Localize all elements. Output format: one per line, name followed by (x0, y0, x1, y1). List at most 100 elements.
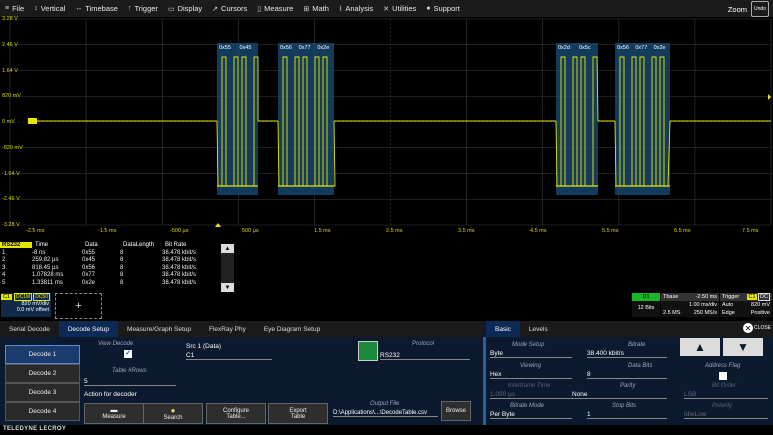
decode-table-title: RS232 (0, 242, 32, 248)
view-decode-checkbox[interactable]: ✓ (124, 350, 132, 358)
menu-file[interactable]: ≡ File (0, 0, 29, 17)
interframe-input[interactable]: 1.000 µs (490, 391, 572, 399)
packet-label: 0x2d (558, 45, 570, 51)
menu-vertical[interactable]: ↕ Vertical (29, 0, 70, 17)
table-scrollbar[interactable]: ▲ ▼ (221, 244, 234, 292)
table-rows-input[interactable]: 5 (84, 378, 176, 386)
packet-label: 0x56 (280, 45, 292, 51)
col-time[interactable]: Time (32, 242, 85, 248)
tab-flexray-phy[interactable]: FlexRay Phy (200, 321, 255, 337)
menu-support[interactable]: ● Support (421, 0, 465, 17)
row-data: 0x56 (82, 264, 96, 271)
file-icon: ≡ (5, 5, 10, 12)
tab-levels[interactable]: Levels (520, 321, 557, 337)
mode-setup-select[interactable]: Byte (490, 350, 572, 358)
display-icon: ▭ (167, 5, 175, 13)
parity-label: Parity (620, 383, 636, 389)
channel-ground-marker[interactable] (28, 118, 37, 124)
protocol-select[interactable]: RS232 (380, 352, 470, 360)
viewing-select[interactable]: Hex (490, 371, 572, 379)
tab-eye-diagram-setup[interactable]: Eye Diagram Setup (255, 321, 329, 337)
data-bits-input[interactable]: 8 (587, 371, 667, 379)
table-row[interactable]: 2 259.82 µs 0x45 8 38.478 kbit/s (0, 257, 236, 265)
y-tick-label: 1.64 V (2, 67, 18, 74)
menu-timebase[interactable]: ↔ Timebase (70, 0, 123, 17)
bitrate-mode-select[interactable]: Per Byte (490, 411, 572, 419)
measure-label: Measure (102, 414, 126, 420)
decode-2-button[interactable]: Decode 2 (5, 364, 80, 383)
undo-button[interactable]: Undo (751, 1, 769, 17)
table-row[interactable]: 3 818.45 µs 0x56 8 38.478 kbit/s (0, 264, 236, 272)
parity-select[interactable]: None (572, 391, 667, 399)
browse-button[interactable]: Browse (441, 401, 471, 421)
row-index: 5 (2, 279, 6, 286)
measure-button[interactable]: ▬ Measure (84, 403, 144, 424)
protocol-icon[interactable] (358, 341, 378, 361)
scroll-down-icon[interactable]: ▼ (221, 283, 234, 292)
src-select[interactable]: C1 (186, 352, 272, 360)
search-button[interactable]: ● Search (143, 403, 203, 424)
packet-label: 0x2e (654, 45, 666, 51)
col-bitrate[interactable]: Bit Rate (165, 242, 215, 248)
row-rate: 38.478 kbit/s (162, 249, 197, 256)
decode-3-button[interactable]: Decode 3 (5, 383, 80, 402)
viewing-label: Viewing (520, 363, 541, 369)
timebase-icon: ↔ (75, 5, 83, 12)
channel-descriptor[interactable]: C1 DC1M DC50 820 mV/div 0.0 mV offset (1, 293, 51, 317)
scroll-down-button[interactable]: ▼ (723, 338, 763, 356)
scroll-up-icon[interactable]: ▲ (221, 244, 234, 253)
table-row[interactable]: 4 1.07828 ms 0x77 8 38.478 kbit/s (0, 272, 236, 280)
output-file-input[interactable]: D:\Applications\...\DecodeTable.csv (333, 410, 438, 417)
trigger-descriptor[interactable]: Trigger C1 DC Auto 820 mV Edge Positive (720, 293, 772, 317)
bit-order-select[interactable]: LSB (684, 391, 768, 399)
menu-analysis[interactable]: ⌇ Analysis (334, 0, 378, 17)
export-table-button[interactable]: Export Table (268, 403, 328, 424)
row-rate: 38.478 kbit/s (162, 279, 197, 286)
close-button[interactable]: ✕ CLOSE (743, 323, 771, 333)
decoder-bits: 12 Bits (637, 305, 655, 311)
menu-utilities[interactable]: ✕ Utilities (378, 0, 421, 17)
scroll-track[interactable] (221, 253, 234, 283)
search-label: Search (163, 415, 183, 421)
tab-serial-decode[interactable]: Serial Decode (0, 321, 59, 337)
tab-decode-setup[interactable]: Decode Setup (58, 321, 119, 337)
decode-packet-box[interactable] (615, 43, 670, 195)
y-tick-label: -3.28 V (2, 222, 20, 228)
row-rate: 38.478 kbit/s (162, 257, 197, 264)
table-row[interactable]: 1 -8 ns 0x55 8 38.478 kbit/s (0, 249, 236, 257)
row-length: 8 (120, 264, 124, 271)
configure-table-button[interactable]: Configure Table... (206, 403, 266, 424)
add-channel-button[interactable]: + (55, 293, 102, 319)
menu-math[interactable]: ⊞ Math (298, 0, 334, 17)
col-datalength[interactable]: DataLength (123, 242, 165, 248)
bitrate-input[interactable]: 38.400 kbit/s (587, 350, 667, 358)
timebase-descriptor[interactable]: Tbase -2.50 ms 1.00 ms/div 2.5 MS 250 MS/s (661, 293, 719, 317)
scroll-up-button[interactable]: ▲ (680, 338, 720, 356)
tab-measure-graph-setup[interactable]: Measure/Graph Setup (118, 321, 200, 337)
decode-4-button[interactable]: Decode 4 (5, 402, 80, 421)
waveform-grid[interactable]: 0x55 0x45 0x56 0x77 0x2e 0x2d 0x5c 0x56 0x77 0x2e… (0, 16, 773, 266)
left-tabs: Serial Decode Decode Setup Measure/Graph… (0, 321, 483, 337)
decode-packet-box[interactable] (217, 43, 258, 195)
menu-cursors[interactable]: ↗ Cursors (207, 0, 252, 17)
address-flag-checkbox[interactable] (719, 372, 727, 380)
decode-1-button[interactable]: Decode 1 (5, 345, 80, 364)
menu-measure[interactable]: ▯ Measure (252, 0, 298, 17)
row-time: 818.45 µs (32, 264, 59, 271)
table-row[interactable]: 5 1.33811 ms 0x2e 8 38.478 kbit/s (0, 279, 236, 287)
decoder-descriptor[interactable]: D1 12 Bits (632, 293, 660, 317)
trig-level: 820 mV (751, 302, 770, 308)
col-data[interactable]: Data (85, 242, 123, 248)
zoom-label[interactable]: Zoom (728, 5, 747, 14)
menu-display[interactable]: ▭ Display (163, 0, 207, 17)
stop-bits-select[interactable]: 1 (587, 411, 667, 419)
tab-basic[interactable]: Basic (486, 321, 520, 337)
channel-termination: DC50 (33, 293, 50, 301)
decode-packet-box[interactable] (278, 43, 334, 195)
cursors-icon: ↗ (212, 5, 219, 13)
polarity-select[interactable]: IdleLow (684, 411, 768, 419)
menu-trigger[interactable]: ↑ Trigger (123, 0, 163, 17)
row-index: 1 (2, 249, 6, 256)
up-arrow-icon: ▲ (694, 340, 706, 354)
close-label: CLOSE (754, 325, 771, 331)
